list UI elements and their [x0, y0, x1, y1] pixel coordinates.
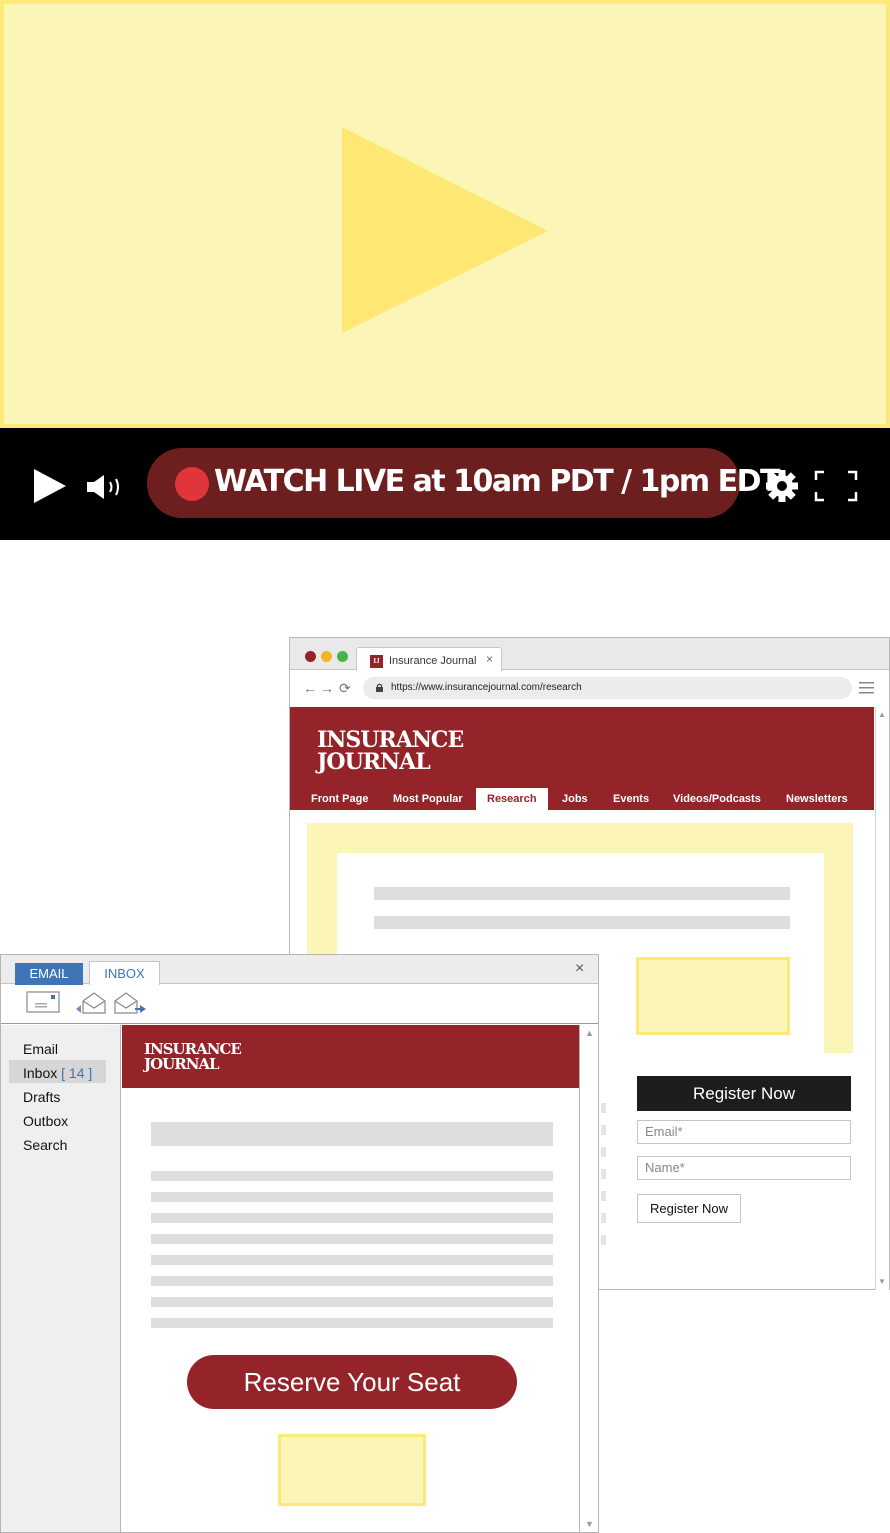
folder-email[interactable]: Email [23, 1040, 58, 1058]
browser-tab-strip: IJ Insurance Journal × [290, 638, 889, 671]
text-placeholder [374, 887, 790, 900]
text-placeholder [151, 1192, 553, 1202]
site-nav: Front Page Most Popular Research Jobs Ev… [290, 788, 874, 810]
nav-front-page[interactable]: Front Page [311, 792, 368, 806]
scroll-down-icon[interactable]: ▼ [878, 1277, 886, 1287]
close-icon[interactable]: × [575, 959, 584, 979]
text-placeholder [151, 1318, 553, 1328]
folder-search[interactable]: Search [23, 1136, 67, 1154]
email-toolbar: EMAIL INBOX × [1, 955, 598, 1024]
gear-icon[interactable] [765, 469, 799, 503]
tab-email[interactable]: EMAIL [15, 963, 83, 985]
folder-drafts[interactable]: Drafts [23, 1088, 60, 1106]
text-placeholder [151, 1213, 553, 1223]
site-logo[interactable]: INSURANCE JOURNAL [317, 727, 464, 775]
folder-inbox-label: Inbox [23, 1065, 58, 1081]
logo-line-2: JOURNAL [317, 749, 431, 775]
window-maximize-dot[interactable] [337, 651, 348, 662]
lock-icon [376, 683, 383, 692]
text-placeholder [601, 1213, 606, 1223]
menu-icon[interactable] [859, 681, 875, 695]
address-bar[interactable]: https://www.insurancejournal.com/researc… [363, 677, 852, 699]
tab-close-icon[interactable]: × [486, 651, 493, 667]
forward-mail-icon[interactable] [113, 991, 147, 1015]
nav-most-popular[interactable]: Most Popular [393, 792, 463, 806]
text-placeholder [601, 1147, 606, 1157]
email-field[interactable]: Email* [637, 1120, 851, 1144]
site-header: INSURANCE JOURNAL Front Page Most Popula… [290, 707, 874, 810]
folder-inbox[interactable]: Inbox [ 14 ] [23, 1064, 92, 1082]
image-placeholder [278, 1434, 426, 1506]
email-window: EMAIL INBOX × Email Inbox [ 14 ] Drafts … [0, 954, 599, 1533]
back-icon[interactable]: ← [303, 680, 317, 696]
watch-live-label: WATCH LIVE at 10am PDT / 1pm EDT [214, 464, 780, 499]
folder-sidebar: Email Inbox [ 14 ] Drafts Outbox Search [1, 1025, 121, 1532]
video-screen[interactable] [0, 0, 890, 428]
scroll-up-icon[interactable]: ▲ [585, 1028, 594, 1038]
register-now-banner-button[interactable]: Register Now [637, 1076, 851, 1111]
text-placeholder [151, 1276, 553, 1286]
text-placeholder [151, 1255, 553, 1265]
url-text: https://www.insurancejournal.com/researc… [391, 682, 582, 693]
text-placeholder [151, 1297, 553, 1307]
record-icon [175, 467, 209, 501]
folder-outbox[interactable]: Outbox [23, 1112, 68, 1130]
reserve-seat-button[interactable]: Reserve Your Seat [187, 1355, 517, 1409]
tab-title: Insurance Journal [389, 655, 477, 667]
inbox-count: [ 14 ] [61, 1065, 93, 1081]
text-placeholder [601, 1191, 606, 1201]
browser-scrollbar[interactable]: ▲ ▼ [875, 707, 889, 1290]
logo-line-2: JOURNAL [144, 1055, 220, 1073]
scroll-down-icon[interactable]: ▼ [585, 1519, 594, 1529]
fullscreen-icon[interactable] [814, 470, 858, 502]
register-now-button[interactable]: Register Now [637, 1194, 741, 1223]
headline-placeholder [151, 1122, 553, 1146]
play-icon[interactable] [33, 468, 67, 504]
forward-icon[interactable]: → [320, 680, 334, 696]
text-placeholder [374, 916, 790, 929]
compose-icon[interactable] [26, 991, 60, 1013]
window-minimize-dot[interactable] [321, 651, 332, 662]
browser-toolbar: ← → ⟳ https://www.insurancejournal.com/r… [290, 671, 889, 706]
email-tab-strip: EMAIL INBOX × [1, 955, 598, 985]
nav-jobs[interactable]: Jobs [562, 792, 588, 806]
image-placeholder [636, 957, 790, 1035]
nav-events[interactable]: Events [613, 792, 649, 806]
text-placeholder [151, 1171, 553, 1181]
nav-videos-podcasts[interactable]: Videos/Podcasts [673, 792, 761, 806]
logo-line-1: INSURANCE [317, 727, 464, 753]
text-placeholder [601, 1169, 606, 1179]
window-close-dot[interactable] [305, 651, 316, 662]
browser-tab[interactable]: IJ Insurance Journal × [356, 647, 502, 671]
video-player: WATCH LIVE at 10am PDT / 1pm EDT [0, 0, 890, 540]
text-placeholder [601, 1235, 606, 1245]
scroll-up-icon[interactable]: ▲ [878, 710, 886, 720]
email-scrollbar[interactable]: ▲ ▼ [579, 1025, 598, 1532]
play-large-icon[interactable] [4, 4, 886, 424]
tab-inbox[interactable]: INBOX [89, 961, 160, 985]
favicon-icon: IJ [370, 655, 383, 668]
volume-icon[interactable] [86, 473, 126, 501]
nav-newsletters[interactable]: Newsletters [786, 792, 848, 806]
email-header: INSURANCE JOURNAL [122, 1025, 579, 1088]
reply-icon[interactable] [75, 991, 109, 1015]
text-placeholder [601, 1125, 606, 1135]
text-placeholder [151, 1234, 553, 1244]
reload-icon[interactable]: ⟳ [339, 680, 351, 696]
name-field[interactable]: Name* [637, 1156, 851, 1180]
nav-research[interactable]: Research [476, 788, 548, 810]
text-placeholder [601, 1103, 606, 1113]
email-logo: INSURANCE JOURNAL [144, 1042, 242, 1073]
